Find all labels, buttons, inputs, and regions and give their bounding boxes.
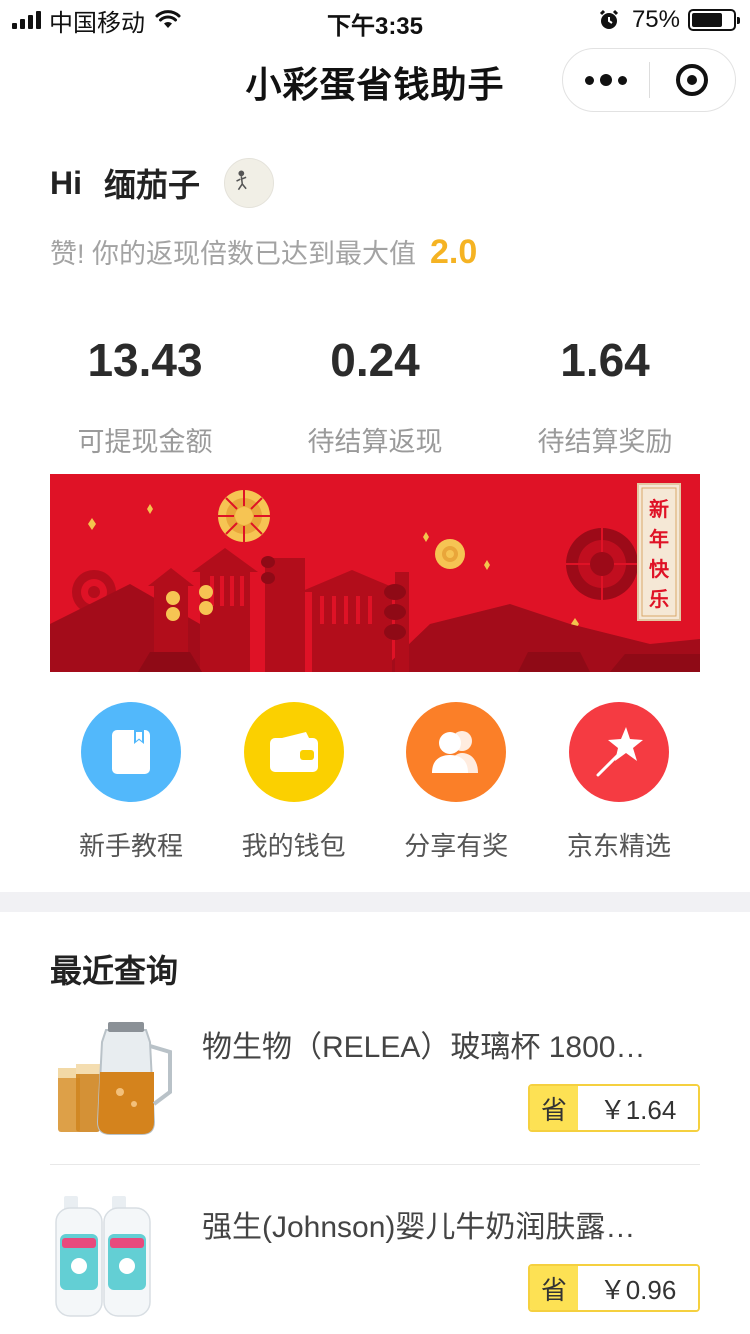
close-button[interactable] xyxy=(650,48,736,112)
save-amount: ￥1.64 xyxy=(578,1086,698,1130)
action-label: 我的钱包 xyxy=(241,831,346,861)
banner-char: 快 xyxy=(649,557,670,581)
section-separator xyxy=(0,892,750,912)
list-divider xyxy=(50,1164,700,1165)
action-jd-picks[interactable]: 京东精选 xyxy=(538,702,700,863)
star-wand-icon xyxy=(568,702,669,802)
book-icon xyxy=(81,702,181,802)
lotion-bottles-image xyxy=(50,1192,176,1318)
stat-value: 0.24 xyxy=(330,334,420,386)
action-label: 京东精选 xyxy=(566,831,671,861)
stat-withdrawable[interactable]: 13.43 可提现金额 xyxy=(30,330,260,459)
action-tutorial[interactable]: 新手教程 xyxy=(50,702,212,863)
banner-char: 年 xyxy=(649,527,669,551)
user-name: 缅茄子 xyxy=(104,167,201,203)
cashback-line: 赞! 你的返现倍数已达到最大值 2.0 xyxy=(50,232,477,272)
users-icon xyxy=(406,702,507,802)
save-tag: 省 ￥0.96 xyxy=(528,1264,700,1312)
save-label: 省 xyxy=(530,1266,578,1310)
battery-percent: 75% xyxy=(631,6,680,33)
stat-label: 可提现金额 xyxy=(77,427,213,457)
action-wallet[interactable]: 我的钱包 xyxy=(213,702,375,863)
battery-icon xyxy=(688,9,740,31)
stat-label: 待结算奖励 xyxy=(537,427,673,457)
mini-program-capsule xyxy=(562,48,736,112)
stat-value: 1.64 xyxy=(560,334,650,386)
save-amount: ￥0.96 xyxy=(578,1266,698,1310)
recent-queries-title: 最近查询 xyxy=(50,953,179,989)
new-year-banner[interactable]: 新 年 快 乐 xyxy=(50,474,700,672)
cashback-text: 赞! 你的返现倍数已达到最大值 xyxy=(50,239,417,269)
banner-char: 乐 xyxy=(649,587,669,611)
stats-row: 13.43 可提现金额 0.24 待结算返现 1.64 待结算奖励 xyxy=(30,330,720,459)
banner-illustration: 新 年 快 乐 xyxy=(50,474,700,672)
save-tag: 省 ￥1.64 xyxy=(528,1084,700,1132)
list-item[interactable]: 强生(Johnson)婴儿牛奶润肤露… 省 ￥0.96 xyxy=(50,1192,700,1332)
stat-label: 待结算返现 xyxy=(307,427,443,457)
action-share[interactable]: 分享有奖 xyxy=(375,702,537,863)
cashback-multiplier: 2.0 xyxy=(430,233,478,271)
action-label: 分享有奖 xyxy=(404,831,509,861)
avatar[interactable] xyxy=(224,158,275,208)
list-item[interactable]: 物生物（RELEA）玻璃杯 1800… 省 ￥1.64 xyxy=(50,1012,700,1152)
glass-pitcher-image xyxy=(50,1012,176,1138)
greeting: Hi 缅茄子 xyxy=(50,158,275,208)
greeting-hi: Hi xyxy=(50,164,82,201)
alarm-icon xyxy=(599,9,619,29)
target-icon xyxy=(676,64,709,96)
more-button[interactable] xyxy=(563,48,649,112)
stat-value: 13.43 xyxy=(87,334,203,386)
stat-pending-reward[interactable]: 1.64 待结算奖励 xyxy=(490,330,720,459)
status-bar: 中国移动 下午3:35 75% xyxy=(0,0,750,40)
quick-actions: 新手教程 我的钱包 分享有奖 京东精选 xyxy=(50,702,700,863)
battery-level xyxy=(692,13,722,27)
item-title: 强生(Johnson)婴儿牛奶润肤露… xyxy=(202,1211,636,1244)
banner-char: 新 xyxy=(649,497,669,521)
save-label: 省 xyxy=(530,1086,578,1130)
item-title: 物生物（RELEA）玻璃杯 1800… xyxy=(202,1031,646,1064)
stat-pending-cashback[interactable]: 0.24 待结算返现 xyxy=(260,330,490,459)
action-label: 新手教程 xyxy=(78,831,183,861)
wallet-icon xyxy=(243,702,344,802)
